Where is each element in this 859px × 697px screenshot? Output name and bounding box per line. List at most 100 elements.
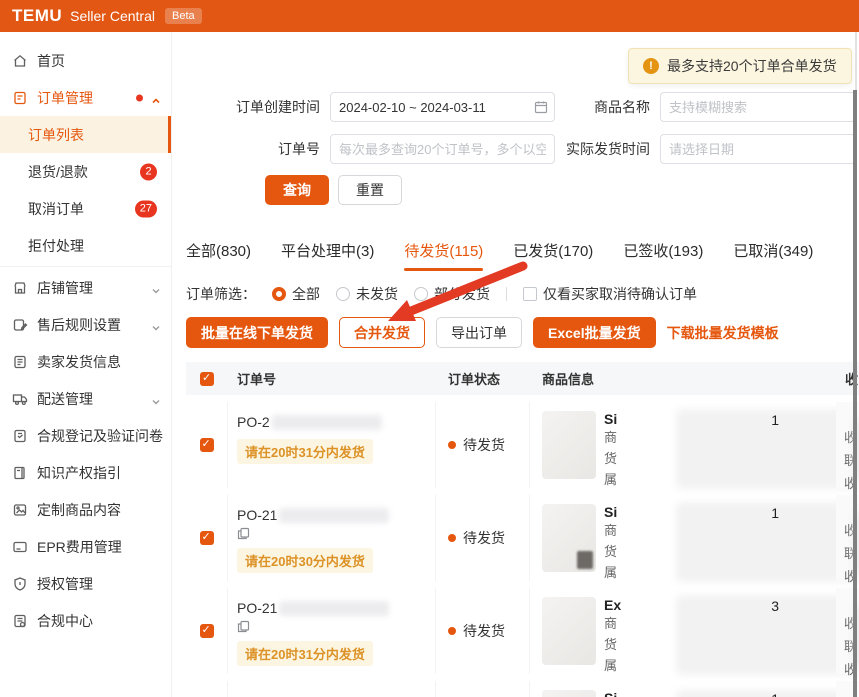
reset-button[interactable]: 重置: [338, 175, 402, 205]
buyer-cancel-checkbox[interactable]: 仅看买家取消待确认订单: [523, 284, 697, 304]
copy-icon[interactable]: [237, 527, 250, 540]
app-window: TEMU Seller Central Beta 首页 订单管理 订单列表 退货…: [0, 0, 859, 697]
sidebar-item-compliance-center[interactable]: 合规中心: [0, 602, 171, 639]
sidebar-item-order-list[interactable]: 订单列表: [0, 116, 171, 153]
column-header-order-number: 订单号: [228, 369, 436, 388]
tab-cancelled[interactable]: 已取消(349): [733, 240, 813, 271]
ship-deadline-badge: 请在20时30分内发货: [237, 548, 373, 573]
batch-online-ship-button[interactable]: 批量在线下单发货: [186, 317, 328, 348]
order-number[interactable]: PO-2: [237, 414, 270, 430]
row-checkbox[interactable]: [200, 438, 214, 452]
bulk-actions-row: 批量在线下单发货 合并发货 导出订单 Excel批量发货 下载批量发货模板: [186, 317, 779, 348]
truck-icon: [12, 391, 28, 407]
copy-icon[interactable]: [237, 620, 250, 633]
clipboard-icon: [12, 354, 28, 370]
order-number-label: 订单号: [180, 134, 320, 164]
quantity: 1: [771, 412, 779, 428]
sidebar-item-label: 退货/退款: [28, 162, 88, 182]
product-thumbnail[interactable]: [542, 690, 596, 697]
row-checkbox[interactable]: [200, 624, 214, 638]
seller-central-title: Seller Central: [70, 8, 155, 24]
tab-signed[interactable]: 已签收(193): [623, 240, 703, 271]
radio-partially-shipped[interactable]: 部分发货: [414, 284, 490, 304]
sidebar-item-ip-guidelines[interactable]: 知识产权指引: [0, 454, 171, 491]
tab-shipped[interactable]: 已发货(170): [513, 240, 593, 271]
ship-deadline-badge: 请在20时31分内发货: [237, 439, 373, 464]
table-row: Si 1: [186, 681, 859, 697]
scrollbar-track: [855, 32, 857, 90]
sidebar-item-order-management[interactable]: 订单管理: [0, 79, 171, 116]
radio-selected-icon: [272, 287, 286, 301]
row-checkbox[interactable]: [200, 531, 214, 545]
actual-ship-time-input[interactable]: [660, 134, 856, 164]
quantity: 1: [771, 505, 779, 521]
tab-awaiting-shipment[interactable]: 待发货(115): [404, 240, 483, 271]
redacted-product-info: [676, 502, 859, 582]
scrollbar-thumb[interactable]: [853, 90, 857, 697]
sidebar-item-label: 售后规则设置: [37, 315, 121, 335]
orders-table: 订单号 订单状态 商品信息 收 PO-2 请在20时31分内发货 待发货: [186, 362, 859, 697]
product-thumbnail[interactable]: [542, 597, 596, 665]
compliance-center-icon: [12, 613, 28, 629]
column-header-product-info: 商品信息: [530, 369, 838, 388]
search-button[interactable]: 查询: [265, 175, 329, 205]
order-status: 待发货: [463, 435, 505, 455]
product-name-input[interactable]: [660, 92, 856, 122]
tab-platform-processing[interactable]: 平台处理中(3): [281, 240, 374, 271]
sidebar-item-chargeback[interactable]: 拒付处理: [0, 227, 171, 264]
image-icon: [12, 502, 28, 518]
sidebar-item-home[interactable]: 首页: [0, 42, 171, 79]
quantity: 3: [771, 598, 779, 614]
actual-ship-time-label: 实际发货时间: [510, 134, 650, 164]
sidebar-item-label: 授权管理: [37, 574, 93, 594]
excel-batch-ship-button[interactable]: Excel批量发货: [533, 317, 656, 348]
tab-all[interactable]: 全部(830): [186, 240, 251, 271]
sidebar-item-label: 首页: [37, 51, 65, 71]
radio-not-shipped[interactable]: 未发货: [336, 284, 398, 304]
sidebar-item-epr-fees[interactable]: EPR费用管理: [0, 528, 171, 565]
radio-all[interactable]: 全部: [272, 284, 320, 304]
redacted-order-number: [279, 508, 389, 523]
redacted-order-number: [279, 601, 389, 616]
sidebar-item-label: EPR费用管理: [37, 537, 122, 557]
sidebar-item-aftersale-rules[interactable]: 售后规则设置: [0, 306, 171, 343]
status-dot: [448, 534, 456, 542]
status-dot: [448, 441, 456, 449]
chevron-up-icon: [151, 93, 161, 103]
order-number[interactable]: PO-21: [237, 600, 277, 616]
radio-label: 未发货: [356, 284, 398, 304]
radio-icon: [336, 287, 350, 301]
returns-count-badge: 2: [140, 163, 157, 180]
shield-icon: [12, 576, 28, 592]
main-content: 最多支持20个订单合单发货 订单创建时间 商品名称 订单号 实际发货时间 查询 …: [172, 32, 859, 697]
select-all-checkbox[interactable]: [200, 372, 214, 386]
column-header-order-status: 订单状态: [436, 369, 530, 388]
sidebar-item-authorization[interactable]: 授权管理: [0, 565, 171, 602]
status-dot: [448, 627, 456, 635]
sidebar-item-compliance-registration[interactable]: 合规登记及验证问卷: [0, 417, 171, 454]
quantity: 1: [771, 691, 779, 697]
product-thumbnail[interactable]: [542, 411, 596, 479]
merge-ship-button[interactable]: 合并发货: [339, 317, 425, 348]
sidebar-item-label: 取消订单: [28, 199, 84, 219]
sidebar-item-delivery-management[interactable]: 配送管理: [0, 380, 171, 417]
export-orders-button[interactable]: 导出订单: [436, 317, 522, 348]
product-thumbnail[interactable]: [542, 504, 596, 572]
compliance-form-icon: [12, 428, 28, 444]
sidebar-item-returns-refunds[interactable]: 退货/退款 2: [0, 153, 171, 190]
checkbox-label: 仅看买家取消待确认订单: [543, 284, 697, 304]
after-sale-rules-icon: [12, 317, 28, 333]
sidebar-item-label: 拒付处理: [28, 236, 84, 256]
cancelled-count-badge: 27: [135, 200, 157, 217]
order-number[interactable]: PO-21: [237, 507, 277, 523]
sidebar-item-shop-management[interactable]: 店铺管理: [0, 269, 171, 306]
sidebar-item-custom-product-content[interactable]: 定制商品内容: [0, 491, 171, 528]
download-template-link[interactable]: 下载批量发货模板: [667, 323, 779, 343]
redacted-product-info: [676, 690, 859, 697]
sidebar-item-seller-shipping-info[interactable]: 卖家发货信息: [0, 343, 171, 380]
temu-logo: TEMU: [12, 6, 62, 26]
order-filter-row: 订单筛选： 全部 未发货 部分发货 仅看买家取消待确认订单: [186, 284, 697, 304]
sidebar-item-cancelled-orders[interactable]: 取消订单 27: [0, 190, 171, 227]
product-name-label: 商品名称: [510, 92, 650, 122]
order-status-tabs: 全部(830) 平台处理中(3) 待发货(115) 已发货(170) 已签收(1…: [186, 240, 813, 271]
